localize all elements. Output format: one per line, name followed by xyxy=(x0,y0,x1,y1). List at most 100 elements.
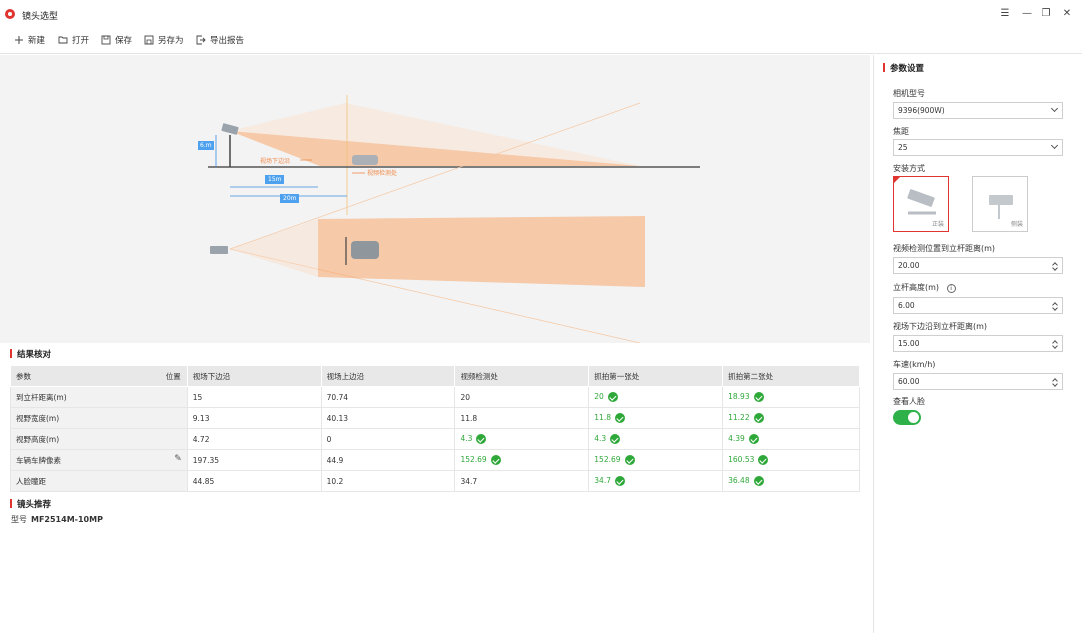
installation-diagram xyxy=(208,95,700,344)
results-section: 结果核对 参数 位置 视场下边沿 视场上边沿 视频检测处 抓拍第一张处 抓拍第二… xyxy=(0,343,870,633)
top-camera-icon xyxy=(210,246,228,254)
cell-value: 11.8 xyxy=(460,413,478,423)
cell-value: 20 xyxy=(594,392,604,401)
speed-input[interactable]: 60.00 xyxy=(893,373,1063,390)
mount-option-front[interactable]: 正装 xyxy=(893,176,949,232)
cell-value: 160.53 xyxy=(728,455,755,464)
detect-distance-input[interactable]: 20.00 xyxy=(893,257,1063,274)
check-circle-icon xyxy=(607,392,618,402)
save-button[interactable]: 保存 xyxy=(101,34,132,46)
table-cell: 44.85 xyxy=(186,470,322,492)
front-mount-camera-icon xyxy=(907,189,936,215)
dist-20-label: 20m xyxy=(280,194,300,203)
cell-value: 4.39 xyxy=(728,434,745,443)
check-circle-icon xyxy=(758,455,769,465)
camera-model-select[interactable]: 9396(900W) xyxy=(893,102,1063,119)
cell-value: 0 xyxy=(326,434,332,444)
save-as-icon xyxy=(144,35,154,45)
spin-down-icon[interactable] xyxy=(1052,305,1058,311)
cell-value: 197.35 xyxy=(192,455,220,465)
table-cell: 34.7 xyxy=(454,470,590,492)
table-cell: 0 xyxy=(320,428,456,450)
export-report-button[interactable]: 导出报告 xyxy=(196,34,244,46)
cell-value: 70.74 xyxy=(326,392,349,402)
cell-value: 152.69 xyxy=(460,455,487,464)
table-cell: 11.22 xyxy=(722,407,860,429)
top-car-icon xyxy=(351,241,379,259)
spin-down-icon[interactable] xyxy=(1052,265,1058,271)
restore-icon[interactable]: ❐ xyxy=(1039,7,1053,21)
table-cell: 11.8 xyxy=(454,407,590,429)
face-view-label: 查看人脸 xyxy=(893,397,925,406)
cell-value: 20 xyxy=(460,392,470,402)
chevron-down-icon xyxy=(1050,104,1059,113)
height-dim-label: 6.m xyxy=(198,141,214,150)
save-icon xyxy=(101,35,111,45)
table-cell: 15 xyxy=(186,386,322,408)
results-header-row: 参数 位置 视场下边沿 视场上边沿 视频检测处 抓拍第一张处 抓拍第二张处 xyxy=(10,365,860,387)
speed-value: 60.00 xyxy=(898,377,920,386)
toolbar: 新建 打开 保存 另存为 导出报告 xyxy=(0,28,1082,54)
spin-down-icon[interactable] xyxy=(1052,381,1058,387)
detect-distance-value: 20.00 xyxy=(898,261,920,270)
table-cell: 34.7 xyxy=(588,470,724,492)
check-circle-icon xyxy=(610,434,621,444)
save-as-button[interactable]: 另存为 xyxy=(144,34,184,46)
check-circle-icon xyxy=(614,476,625,486)
side-mount-camera-icon xyxy=(989,195,1013,219)
table-cell: 197.35 xyxy=(186,449,322,471)
check-circle-icon xyxy=(748,434,759,444)
new-label: 新建 xyxy=(28,36,46,46)
results-title: 结果核对 xyxy=(10,348,51,360)
table-cell: 4.39 xyxy=(722,428,860,450)
row-label: 人脸瞳距 xyxy=(10,470,188,492)
param-position-header: 参数 位置 xyxy=(10,365,188,387)
cell-value: 9.13 xyxy=(192,413,210,423)
col-header-upper-edge: 视场上边沿 xyxy=(320,365,456,387)
face-view-toggle[interactable] xyxy=(893,410,921,425)
focal-length-select[interactable]: 25 xyxy=(893,139,1063,156)
cell-value: 10.2 xyxy=(326,476,344,486)
col-header-detect: 视频检测处 xyxy=(454,365,590,387)
pole-height-text: 立杆高度(m) xyxy=(893,283,940,292)
camera-model-label: 相机型号 xyxy=(893,89,925,98)
table-cell: 10.2 xyxy=(320,470,456,492)
cell-value: 18.93 xyxy=(728,392,750,401)
spin-down-icon[interactable] xyxy=(1052,343,1058,349)
lower-edge-distance-input[interactable]: 15.00 xyxy=(893,335,1063,352)
edit-pencil-icon[interactable]: ✎ xyxy=(174,454,182,464)
table-cell: 152.69 xyxy=(588,449,724,471)
info-icon[interactable]: i xyxy=(946,284,956,293)
lens-recommendation: 型号 MF2514M-10MP xyxy=(11,514,103,525)
save-as-label: 另存为 xyxy=(158,36,184,46)
check-circle-icon xyxy=(753,413,764,423)
lens-title: 镜头推荐 xyxy=(10,498,51,510)
detect-distance-label: 视频检测位置到立杆距离(m) xyxy=(893,244,996,253)
table-cell: 36.48 xyxy=(722,470,860,492)
row-label: 视野宽度(m) xyxy=(10,407,188,429)
mount-option-side[interactable]: 侧装 xyxy=(972,176,1028,232)
col-header-capture-1: 抓拍第一张处 xyxy=(588,365,724,387)
plus-icon xyxy=(15,36,23,44)
table-cell: 4.3 xyxy=(588,428,724,450)
lower-edge-label: 视场下边沿 xyxy=(260,158,291,165)
pole-height-input[interactable]: 6.00 xyxy=(893,297,1063,314)
open-button[interactable]: 打开 xyxy=(58,34,89,46)
cell-value: 40.13 xyxy=(326,413,349,423)
export-label: 导出报告 xyxy=(210,36,245,46)
focal-length-label: 焦距 xyxy=(893,127,909,136)
check-circle-icon xyxy=(614,413,625,423)
table-cell: 152.69 xyxy=(454,449,590,471)
check-circle-icon xyxy=(753,392,764,402)
new-button[interactable]: 新建 xyxy=(14,34,45,46)
col-header-lower-edge: 视场下边沿 xyxy=(186,365,322,387)
top-fov-cone xyxy=(230,219,318,277)
menu-icon[interactable]: ☰ xyxy=(998,7,1012,21)
minimize-icon[interactable]: — xyxy=(1020,7,1034,21)
close-icon[interactable]: ✕ xyxy=(1060,7,1074,21)
table-row: 车辆车牌像素 ✎ 197.35 44.9 152.69 152.69 160.53 xyxy=(10,449,860,471)
app-title: 镜头选型 xyxy=(22,12,59,22)
cell-value: 15 xyxy=(192,392,203,402)
check-circle-icon xyxy=(624,455,635,465)
cell-value: 34.7 xyxy=(460,476,478,486)
